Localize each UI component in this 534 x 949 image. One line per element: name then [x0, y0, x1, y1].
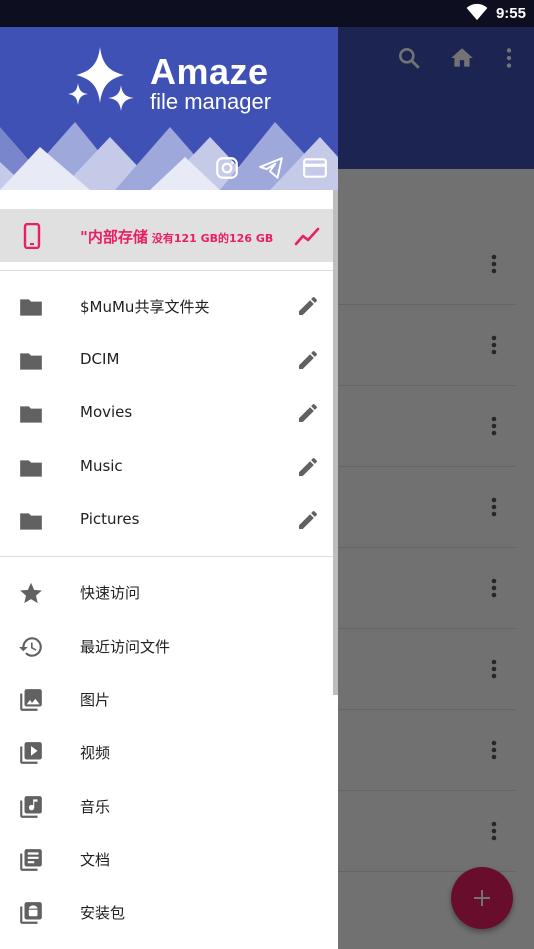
logo-subtitle: file manager [150, 89, 272, 114]
image-library-icon [18, 687, 44, 713]
divider [0, 556, 338, 557]
folder-label: Music [80, 457, 123, 475]
usage-trend-icon[interactable] [294, 224, 320, 252]
history-icon [18, 634, 44, 660]
folder-label: Movies [80, 403, 133, 421]
edit-pencil-icon[interactable] [296, 508, 320, 532]
edit-pencil-icon[interactable] [296, 294, 320, 318]
nav-item-documents[interactable]: 文档 [0, 833, 338, 886]
nav-label: 视频 [80, 744, 111, 762]
nav-item-videos[interactable]: 视频 [0, 726, 338, 779]
nav-label: 图片 [80, 691, 111, 709]
nav-label: 最近访问文件 [80, 638, 171, 656]
folder-icon [18, 401, 44, 427]
instagram-icon[interactable] [214, 155, 240, 181]
nav-item-images[interactable]: 图片 [0, 673, 338, 726]
folder-icon [18, 348, 44, 374]
star-icon [18, 580, 44, 606]
music-library-icon [18, 794, 44, 820]
edit-pencil-icon[interactable] [296, 401, 320, 425]
nav-label: 快速访问 [80, 584, 141, 602]
folder-label: $MuMu共享文件夹 [80, 298, 210, 316]
nav-label: 文档 [80, 851, 111, 869]
folder-item-music[interactable]: Music [0, 441, 338, 494]
telegram-icon[interactable] [258, 155, 284, 181]
nav-label: 安装包 [80, 904, 126, 922]
nav-item-apks[interactable]: 安装包 [0, 886, 338, 939]
folder-icon [18, 294, 44, 320]
folder-item-mumu[interactable]: $MuMu共享文件夹 [0, 280, 338, 333]
divider [0, 270, 338, 271]
folder-item-pictures[interactable]: Pictures [0, 494, 338, 547]
clock: 9:55 [495, 5, 526, 22]
logo-title: Amaze [150, 51, 269, 92]
edit-pencil-icon[interactable] [296, 348, 320, 372]
phone-icon [20, 222, 44, 253]
folder-icon [18, 455, 44, 481]
drawer-header: Amaze file manager [0, 27, 338, 190]
storage-label: "内部存储 没有121 GB的126 GB [80, 226, 273, 247]
folder-label: Pictures [80, 510, 140, 528]
folder-label: DCIM [80, 350, 120, 368]
storage-name: "内部存储 [80, 228, 148, 246]
android-package-icon [18, 900, 44, 926]
wifi-icon [466, 3, 488, 25]
storage-detail: 没有121 GB的126 GB [151, 232, 274, 245]
drawer-scrollbar[interactable] [333, 190, 338, 695]
nav-item-music[interactable]: 音乐 [0, 780, 338, 833]
video-library-icon [18, 740, 44, 766]
nav-item-quick-access[interactable]: 快速访问 [0, 566, 338, 619]
edit-pencil-icon[interactable] [296, 455, 320, 479]
folder-icon [18, 508, 44, 534]
navigation-drawer: Amaze file manager "内部存储 没有121 GB的126 GB … [0, 27, 338, 949]
folder-item-dcim[interactable]: DCIM [0, 334, 338, 387]
nav-item-recent-files[interactable]: 最近访问文件 [0, 620, 338, 673]
nav-label: 音乐 [80, 798, 111, 816]
status-bar: 9:55 [466, 0, 526, 27]
amaze-logo-icon [68, 47, 134, 111]
folder-item-movies[interactable]: Movies [0, 387, 338, 440]
card-icon[interactable] [302, 155, 328, 181]
document-library-icon [18, 847, 44, 873]
internal-storage-item[interactable]: "内部存储 没有121 GB的126 GB [0, 209, 338, 262]
